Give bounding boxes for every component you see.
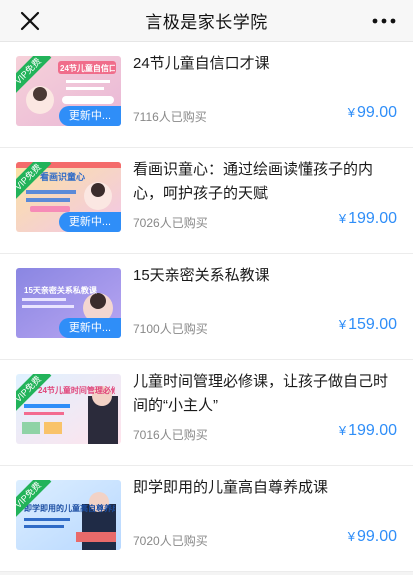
course-item[interactable]: 看画识童心 VIP免费 更新中... 看画识童心：通过绘画读懂孩子的内心，呵护孩… <box>0 148 413 254</box>
buyer-count: 7100人已购买 <box>133 322 208 336</box>
course-thumbnail: 24节儿童时间管理必修课 VIP免费 <box>16 374 121 444</box>
buyer-count: 7116人已购买 <box>133 110 207 124</box>
thumbnail-title: 看画识童心 <box>40 172 86 182</box>
course-thumbnail: 看画识童心 VIP免费 更新中... <box>16 162 121 232</box>
course-item[interactable]: 24节儿童时间管理必修课 VIP免费 儿童时间管理必修课，让孩子做自己时间的“小… <box>0 360 413 466</box>
course-info: 即学即用的儿童高自尊养成课 7020人已购买 ¥99.00 <box>133 479 413 571</box>
course-title: 即学即用的儿童高自尊养成课 <box>133 479 329 496</box>
course-info: 看画识童心：通过绘画读懂孩子的内心，呵护孩子的天赋 7026人已购买 ¥199.… <box>133 161 413 253</box>
course-price: ¥199.00 <box>339 210 397 228</box>
price-value: 159.00 <box>348 316 397 333</box>
course-info: 15天亲密关系私教课 7100人已购买 ¥159.00 <box>133 267 413 359</box>
course-thumbnail: 即学即用的儿童高自尊养成课 VIP免费 <box>16 480 121 550</box>
price-value: 99.00 <box>356 104 397 121</box>
top-navigation-bar: 言极是家长学院 <box>0 0 413 42</box>
course-price: ¥199.00 <box>339 422 397 440</box>
course-info: 24节儿童自信口才课 7116人已购买 ¥99.00 <box>133 55 413 147</box>
thumbnail-title: 24节儿童时间管理必修课 <box>38 386 115 395</box>
currency-symbol: ¥ <box>338 317 347 332</box>
buyer-count: 7020人已购买 <box>133 534 208 548</box>
buyer-count: 7016人已购买 <box>133 428 208 442</box>
price-value: 199.00 <box>348 422 397 439</box>
thumbnail-title: 24节儿童自信口才课 <box>60 64 115 73</box>
course-thumbnail: 15天亲密关系私教课 更新中... <box>16 268 121 338</box>
course-title: 看画识童心：通过绘画读懂孩子的内心，呵护孩子的天赋 <box>133 161 374 202</box>
course-price: ¥99.00 <box>348 104 397 122</box>
course-thumbnail: 24节儿童自信口才课 VIP免费 更新中... <box>16 56 121 126</box>
course-title: 15天亲密关系私教课 <box>133 267 270 284</box>
course-item[interactable]: 15天亲密关系私教课 更新中... 15天亲密关系私教课 7100人已购买 ¥1… <box>0 254 413 360</box>
update-status: 更新中... <box>59 212 121 232</box>
course-price: ¥99.00 <box>348 528 397 546</box>
thumbnail-title: 即学即用的儿童高自尊养成课 <box>24 504 115 513</box>
course-title: 24节儿童自信口才课 <box>133 55 270 72</box>
page-title: 言极是家长学院 <box>145 13 268 32</box>
currency-symbol: ¥ <box>338 423 347 438</box>
course-item[interactable]: 24节儿童自信口才课 VIP免费 更新中... 24节儿童自信口才课 7116人… <box>0 42 413 148</box>
course-item[interactable]: 即学即用的儿童高自尊养成课 VIP免费 即学即用的儿童高自尊养成课 7020人已… <box>0 466 413 572</box>
close-icon[interactable] <box>18 9 42 33</box>
course-price: ¥159.00 <box>339 316 397 334</box>
price-value: 199.00 <box>348 210 397 227</box>
currency-symbol: ¥ <box>347 529 355 544</box>
course-title: 儿童时间管理必修课，让孩子做自己时间的“小主人” <box>133 373 389 414</box>
buyer-count: 7026人已购买 <box>133 216 208 230</box>
course-info: 儿童时间管理必修课，让孩子做自己时间的“小主人” 7016人已购买 ¥199.0… <box>133 373 413 465</box>
update-status: 更新中... <box>59 318 121 338</box>
currency-symbol: ¥ <box>347 105 355 120</box>
currency-symbol: ¥ <box>338 211 347 226</box>
update-status: 更新中... <box>59 106 121 126</box>
course-list: 24节儿童自信口才课 VIP免费 更新中... 24节儿童自信口才课 7116人… <box>0 42 413 572</box>
thumbnail-title: 15天亲密关系私教课 <box>24 286 97 295</box>
price-value: 99.00 <box>356 528 397 545</box>
more-icon[interactable] <box>371 14 397 28</box>
